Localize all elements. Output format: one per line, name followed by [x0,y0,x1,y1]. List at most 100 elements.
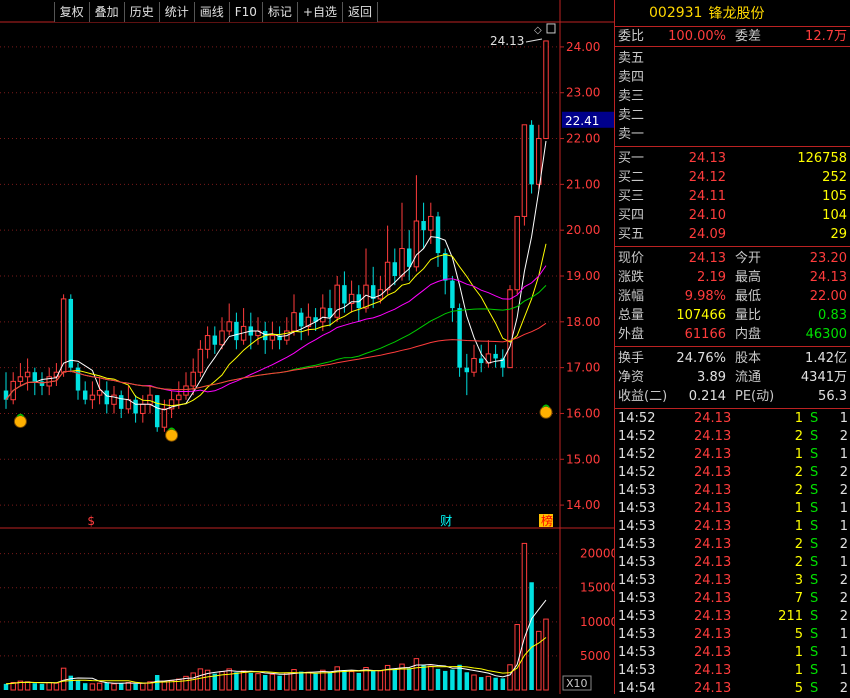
quote-row: 涨跌 2.19 最高 24.13 [615,268,850,287]
candle-body [269,335,276,341]
fundamental-value-2: 1.42亿 [805,351,847,366]
toolbar-button-8[interactable]: 返回 [341,2,378,22]
window-icon[interactable] [546,23,556,34]
tick-count: 2 [839,429,848,444]
buy-level-row[interactable]: 买一 24.13 126758 [615,149,850,168]
candle-body [104,390,110,405]
volume-tick-label: 20000 [580,547,614,561]
volume-bar [24,681,31,691]
toolbar-button-0[interactable]: 复权 [53,2,89,22]
candle-body [204,335,211,350]
tick-side: S [810,573,819,588]
candle-body [435,216,441,254]
buy-level-row[interactable]: 买五 24.09 29 [615,225,850,244]
tick-volume: 5 [794,627,803,642]
fundamental-value: 0.214 [688,389,726,404]
tick-price: 24.13 [694,501,732,516]
tick-price: 24.13 [694,429,732,444]
tick-price: 24.13 [694,483,732,498]
kline-chart-area[interactable]: 24.00 23.00 22.00 21.00 20.00 19.00 18.00 17.00… [0,0,614,694]
price-tick-label: 14.00 [566,498,600,512]
toolbar-button-4[interactable]: 画线 [193,2,229,22]
tick-list[interactable]: 14:52 24.13 1 S 1 14:52 24.13 2 S 2 14:52 24.13 1 S 1 1… [615,409,850,698]
event-marker[interactable]: $ [87,514,95,528]
price-tick-label: 15.00 [566,452,600,466]
volume-bar [60,667,67,691]
tick-side: S [810,609,819,624]
quote-value-2: 23.20 [809,251,847,266]
event-marker[interactable]: 财 [440,514,452,528]
candle-body [226,321,232,332]
tick-count: 1 [839,447,848,462]
tick-side: S [810,537,819,552]
sell-level-label: 卖三 [618,89,645,104]
toolbar-button-2[interactable]: 历史 [123,2,159,22]
volume-bar [248,672,254,690]
candle-body [82,390,88,400]
toolbar-button-1[interactable]: 叠加 [88,2,124,22]
coin-icon[interactable] [165,428,179,442]
event-marker[interactable]: 榜 [541,513,553,528]
buy-level-label: 买四 [618,208,645,223]
tick-time: 14:53 [618,573,656,588]
candle-body [24,371,31,378]
coin-icon[interactable] [539,405,553,419]
chart-canvas[interactable]: 24.00 23.00 22.00 21.00 20.00 19.00 18.00 17.00… [0,0,614,694]
quote-label-2: 今开 [735,251,762,266]
order-ratio-value: 100.00% [668,29,726,44]
volume-bar [277,675,282,690]
candle-body [464,367,470,373]
price-ma60-line [5,285,547,401]
volume-bar [428,665,434,691]
candle-body [96,390,103,396]
candle-body [370,285,376,299]
volume-bar [39,683,45,690]
candle-body [219,330,225,346]
buy-level-label: 买一 [618,151,645,166]
tick-price: 24.13 [694,411,732,426]
tick-side: S [810,663,819,678]
tick-time: 14:54 [618,681,656,696]
buy-level-row[interactable]: 买二 24.12 252 [615,168,850,187]
buy-level-price: 24.09 [688,227,726,242]
tick-count: 2 [839,537,848,552]
volume-bar [370,670,376,690]
candle-body [118,395,124,409]
candle-body [234,321,239,341]
candle-body [529,124,534,185]
tick-count: 1 [839,411,848,426]
buy-level-row[interactable]: 买四 24.10 104 [615,206,850,225]
quote-value-2: 46300 [805,327,847,342]
tick-side: S [810,429,819,444]
fundamental-value: 24.76% [676,351,726,366]
volume-bar [125,682,132,691]
tick-price: 24.13 [694,627,732,642]
quote-value: 107466 [676,308,726,323]
volume-bar [536,630,542,691]
volume-bar [298,671,304,690]
quote-panel: 002931 锋龙股份 委比 100.00% 委差 12.7万 卖五 卖四 卖三 卖二… [614,0,850,696]
tick-count: 1 [839,519,848,534]
toolbar-button-5[interactable]: F10 [228,2,262,22]
toolbar-button-6[interactable]: 标记 [261,2,297,22]
toolbar-button-3[interactable]: 统计 [158,2,194,22]
volume-bar [255,673,261,691]
candle-body [133,399,138,414]
coin-icon[interactable] [13,414,27,428]
tick-time: 14:53 [618,537,656,552]
buy-level-price: 24.11 [688,189,726,204]
candle-body [514,215,520,291]
tick-volume: 2 [794,483,803,498]
fundamental-row: 换手 24.76% 股本 1.42亿 [615,349,850,368]
buy-level-row[interactable]: 买三 24.11 105 [615,187,850,206]
volume-bar [406,668,412,690]
tick-row: 14:52 24.13 1 S 1 [615,410,850,428]
volume-bar [485,675,492,691]
toolbar-button-7[interactable]: +自选 [296,2,342,22]
tick-side: S [810,591,819,606]
volume-bar [507,664,513,691]
volume-bar [104,682,110,690]
tick-volume: 2 [794,429,803,444]
tick-row: 14:53 24.13 7 S 2 [615,590,850,608]
tick-row: 14:52 24.13 1 S 1 [615,446,850,464]
